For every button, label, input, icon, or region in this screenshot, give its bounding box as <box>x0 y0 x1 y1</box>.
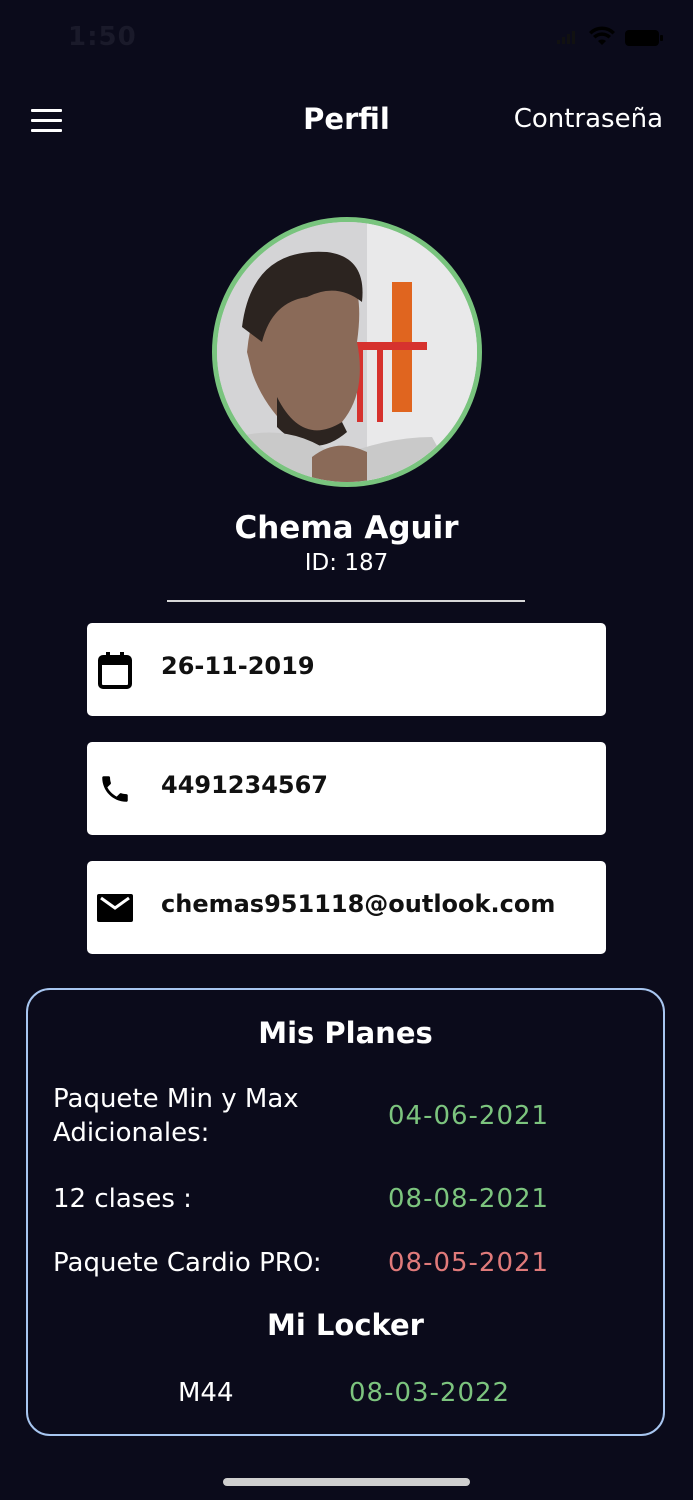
divider <box>167 600 525 602</box>
avatar-photo <box>217 222 477 482</box>
status-time: 1:50 <box>68 22 137 52</box>
home-indicator[interactable] <box>223 1478 470 1486</box>
nav-bar: Perfil Contraseña <box>0 92 693 148</box>
birthdate-field[interactable]: 26-11-2019 <box>87 623 606 716</box>
mail-icon <box>97 888 133 928</box>
status-icons <box>557 26 663 50</box>
plan-row: 12 clases : 08-08-2021 <box>53 1182 613 1216</box>
plans-card: Mis Planes Paquete Min y Max Adicionales… <box>26 988 665 1436</box>
phone-field[interactable]: 4491234567 <box>87 742 606 835</box>
locker-code: M44 <box>178 1378 234 1408</box>
signal-icon <box>557 29 579 48</box>
calendar-icon <box>97 650 133 690</box>
plan-row: Paquete Cardio PRO: 08-05-2021 <box>53 1246 613 1280</box>
plan-row: Paquete Min y Max Adicionales: 04-06-202… <box>53 1082 613 1150</box>
plan-name: 12 clases : <box>53 1184 192 1214</box>
plan-name: Paquete Cardio PRO: <box>53 1248 322 1278</box>
battery-icon <box>625 30 663 46</box>
profile-name: Chema Aguir <box>234 510 459 546</box>
plan-expiry-date: 08-08-2021 <box>388 1184 550 1214</box>
avatar[interactable] <box>212 217 482 487</box>
locker-date: 08-03-2022 <box>349 1378 511 1408</box>
plans-title: Mis Planes <box>258 1016 433 1050</box>
phone-icon <box>97 769 133 809</box>
wifi-icon <box>589 26 615 50</box>
phone-value: 4491234567 <box>161 770 328 799</box>
profile-id: ID: 187 <box>304 550 389 576</box>
plan-name: Paquete Min y Max Adicionales: <box>53 1084 299 1148</box>
plan-expiry-date: 04-06-2021 <box>388 1101 550 1131</box>
locker-title: Mi Locker <box>267 1308 424 1342</box>
locker-row: M44 08-03-2022 <box>178 1378 510 1408</box>
email-field[interactable]: chemas951118@outlook.com <box>87 861 606 954</box>
birthdate-value: 26-11-2019 <box>161 651 315 680</box>
status-bar: 1:50 <box>0 0 693 76</box>
plan-expiry-date: 08-05-2021 <box>388 1248 550 1278</box>
change-password-button[interactable]: Contraseña <box>514 104 663 134</box>
email-value: chemas951118@outlook.com <box>161 889 556 918</box>
